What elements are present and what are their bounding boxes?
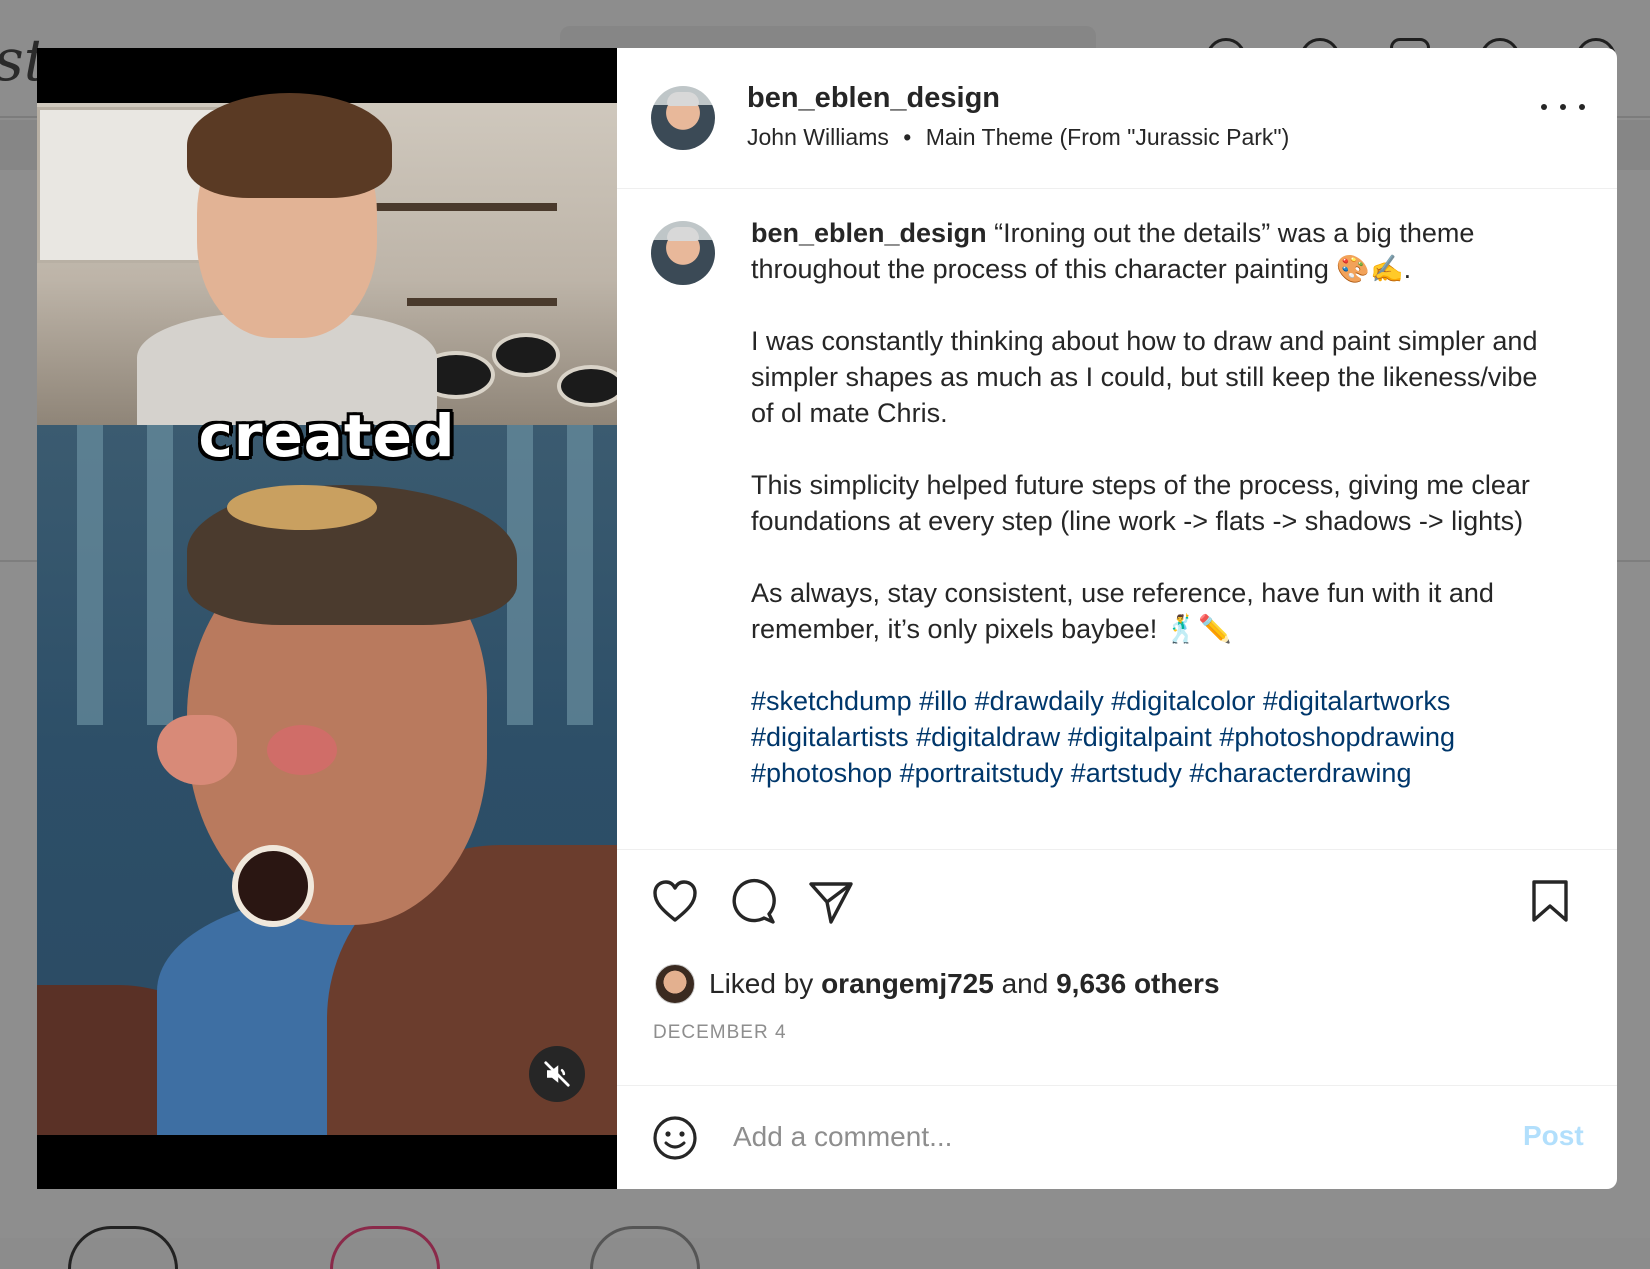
comment-bubble-icon <box>732 878 776 924</box>
post-header: ben_eblen_design John Williams • Main Th… <box>617 48 1617 189</box>
caption-paragraph: ben_eblen_design “Ironing out the detail… <box>751 215 1551 287</box>
hashtag-link[interactable]: #digitalcolor <box>1111 686 1255 716</box>
caption-author[interactable]: ben_eblen_design <box>751 218 987 248</box>
post-actions: Liked by orangemj725 and 9,636 others DE… <box>617 849 1617 1078</box>
dot <box>1541 104 1547 110</box>
post-date[interactable]: DECEMBER 4 <box>653 1022 787 1044</box>
background-stripe <box>77 425 103 725</box>
shelf <box>367 203 557 211</box>
drum-pad <box>557 365 617 407</box>
hashtag-list: #sketchdump #illo #drawdaily #digitalcol… <box>751 683 1551 791</box>
background-story-circle <box>590 1226 700 1269</box>
creator-hair <box>187 93 392 198</box>
like-button[interactable] <box>651 878 699 929</box>
hashtag-link[interactable]: #characterdrawing <box>1189 758 1411 788</box>
video-frame-creator <box>37 93 617 425</box>
hashtag-link[interactable]: #illo <box>919 686 967 716</box>
likes-count[interactable]: 9,636 others <box>1056 968 1219 1000</box>
hashtag-link[interactable]: #sketchdump <box>751 686 912 716</box>
hashtag-link[interactable]: #drawdaily <box>975 686 1104 716</box>
comment-button[interactable] <box>729 878 777 931</box>
caption-scroll-area[interactable]: ben_eblen_design “Ironing out the detail… <box>617 189 1617 849</box>
caption-paragraph: This simplicity helped future steps of t… <box>751 470 1530 536</box>
author-username[interactable]: ben_eblen_design <box>747 82 1000 115</box>
hashtag-link[interactable]: #digitalartists <box>751 722 909 752</box>
likes-connector: and <box>1001 968 1049 999</box>
painted-nose <box>157 715 237 785</box>
painted-hair-highlight <box>227 485 377 530</box>
post-modal: created ben_eblen_design John Williams •… <box>37 48 1617 1189</box>
background-stripe <box>567 425 593 725</box>
hashtag-link[interactable]: #digitalartworks <box>1263 686 1451 716</box>
caption-paragraph: As always, stay consistent, use referenc… <box>751 578 1494 644</box>
likes-prefix: Liked by <box>709 968 814 999</box>
audio-separator: • <box>903 124 912 150</box>
smiley-icon <box>653 1116 697 1160</box>
background-story-circle <box>330 1226 440 1269</box>
audio-artist[interactable]: John Williams <box>747 124 889 150</box>
comment-bar: Post <box>617 1085 1617 1189</box>
audio-track[interactable]: Main Theme (From "Jurassic Park") <box>926 124 1290 150</box>
post-comment-button[interactable]: Post <box>1523 1120 1584 1152</box>
reel-video[interactable]: created <box>37 48 617 1189</box>
hashtag-link[interactable]: #portraitstudy <box>900 758 1064 788</box>
save-button[interactable] <box>1529 878 1571 929</box>
more-options-button[interactable] <box>1541 92 1585 122</box>
heart-icon <box>653 880 697 922</box>
speaker-muted-icon <box>544 1061 570 1087</box>
comment-input[interactable] <box>731 1108 1455 1166</box>
drum-pad <box>492 333 560 377</box>
caption-paragraph: I was constantly thinking about how to d… <box>751 326 1538 428</box>
hashtag-link[interactable]: #photoshopdrawing <box>1219 722 1455 752</box>
caption-author-avatar[interactable] <box>651 221 715 285</box>
dot <box>1560 104 1566 110</box>
post-details-panel: ben_eblen_design John Williams • Main Th… <box>617 48 1617 1189</box>
liker-avatar[interactable] <box>655 964 695 1004</box>
dot <box>1579 104 1585 110</box>
shelf <box>407 298 557 306</box>
bookmark-icon <box>1532 880 1568 922</box>
likes-summary: Liked by orangemj725 and 9,636 others <box>655 964 1220 1004</box>
paper-plane-icon <box>809 882 853 924</box>
video-caption: created <box>198 402 456 470</box>
mute-button[interactable] <box>529 1046 585 1102</box>
hashtag-link[interactable]: #artstudy <box>1071 758 1182 788</box>
background-story-circle <box>68 1226 178 1269</box>
share-button[interactable] <box>807 878 855 931</box>
painted-mouth <box>232 845 314 927</box>
liker-username[interactable]: orangemj725 <box>821 968 994 1000</box>
painted-cheek <box>267 725 337 775</box>
post-caption: ben_eblen_design “Ironing out the detail… <box>751 215 1551 827</box>
emoji-button[interactable] <box>651 1114 699 1167</box>
background-stripe <box>147 425 173 725</box>
hashtag-link[interactable]: #digitalpaint <box>1068 722 1212 752</box>
hashtag-link[interactable]: #photoshop <box>751 758 892 788</box>
video-frame-painting <box>37 425 617 1135</box>
author-avatar[interactable] <box>651 86 715 150</box>
hashtag-link[interactable]: #digitaldraw <box>916 722 1060 752</box>
audio-attribution[interactable]: John Williams • Main Theme (From "Jurass… <box>747 124 1289 151</box>
